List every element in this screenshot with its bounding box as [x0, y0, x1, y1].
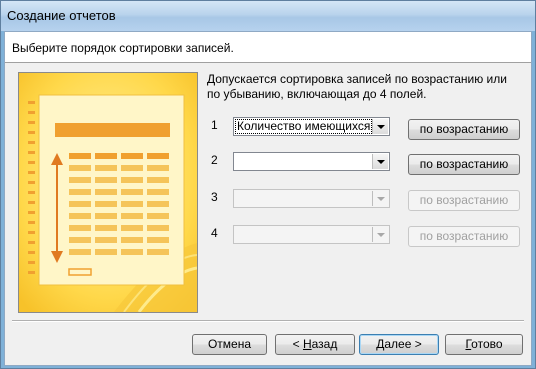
back-button-prefix: <: [292, 337, 303, 351]
chevron-down-icon: [372, 191, 388, 206]
wizard-body: Выберите порядок сортировки записей. Доп…: [4, 31, 532, 366]
sort-field-2-number: 2: [211, 153, 218, 167]
finish-button-label: отово: [471, 337, 503, 351]
sort-field-2-value: [235, 154, 372, 169]
footer-divider: [12, 320, 524, 322]
back-button-label: азад: [311, 337, 338, 351]
sort-field-4-number: 4: [211, 226, 218, 240]
next-button-label: алее >: [384, 337, 422, 351]
sort-field-1-combo[interactable]: Количество имеющихся экз: [233, 117, 390, 136]
sort-field-2-order-button[interactable]: по возрастанию: [408, 154, 520, 175]
back-button-accel: Н: [302, 337, 312, 351]
sort-field-1-number: 1: [211, 118, 218, 132]
chevron-down-icon[interactable]: [372, 154, 388, 169]
sort-description: Допускается сортировка записей по возрас…: [207, 72, 507, 101]
next-button[interactable]: Далее >: [359, 334, 439, 355]
sort-field-2-combo[interactable]: [233, 152, 390, 171]
chevron-down-icon: [372, 227, 388, 242]
sort-field-4-combo: [233, 225, 390, 244]
window-title: Создание отчетов: [7, 8, 116, 23]
sort-field-4-value: [235, 227, 372, 242]
sort-field-3-value: [235, 191, 372, 206]
wizard-header: Выберите порядок сортировки записей.: [5, 32, 531, 62]
sort-field-3-combo: [233, 189, 390, 208]
report-sort-illustration: [18, 72, 198, 313]
header-divider: [5, 62, 531, 63]
sort-field-4-order-button: по возрастанию: [408, 226, 520, 247]
sort-field-3-number: 3: [211, 190, 218, 204]
cancel-button[interactable]: Отмена: [192, 334, 267, 355]
report-wizard-window: Создание отчетов Выберите порядок сортир…: [0, 0, 536, 369]
title-bar[interactable]: Создание отчетов: [1, 1, 535, 31]
step-instruction: Выберите порядок сортировки записей.: [12, 41, 234, 55]
finish-button[interactable]: Готово: [445, 334, 523, 355]
sort-field-1-order-button[interactable]: по возрастанию: [408, 119, 520, 140]
back-button[interactable]: < Назад: [275, 334, 355, 355]
chevron-down-icon[interactable]: [372, 119, 388, 134]
sort-field-3-order-button: по возрастанию: [408, 190, 520, 211]
sort-field-1-value: Количество имеющихся экз: [235, 119, 372, 134]
